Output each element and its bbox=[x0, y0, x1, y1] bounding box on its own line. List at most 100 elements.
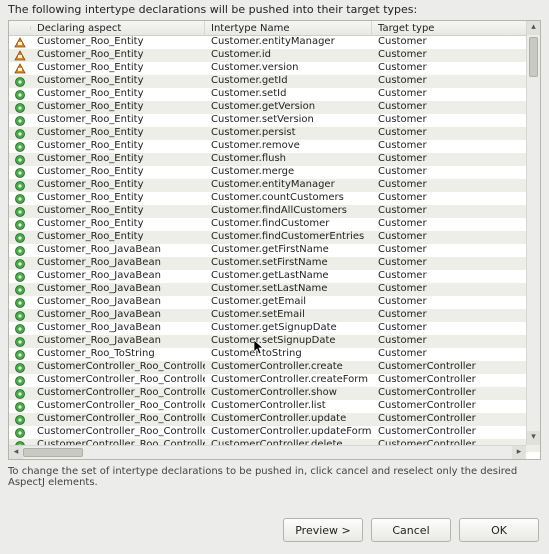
cell-declaring-aspect: Customer_Roo_Entity bbox=[31, 62, 205, 75]
method-icon bbox=[9, 193, 31, 205]
instruction-label: The following intertype declarations wil… bbox=[0, 0, 549, 20]
table-row[interactable]: Customer_Roo_EntityCustomer.getVersionCu… bbox=[9, 101, 540, 114]
cell-declaring-aspect: Customer_Roo_Entity bbox=[31, 153, 205, 166]
ok-button[interactable]: OK bbox=[459, 518, 539, 542]
cancel-button[interactable]: Cancel bbox=[371, 518, 451, 542]
method-icon bbox=[9, 271, 31, 283]
table-row[interactable]: Customer_Roo_EntityCustomer.entityManage… bbox=[9, 36, 540, 49]
cell-target-type: CustomerController bbox=[372, 361, 540, 374]
method-icon bbox=[9, 76, 31, 88]
table-body[interactable]: Customer_Roo_EntityCustomer.entityManage… bbox=[9, 36, 540, 459]
table-row[interactable]: Customer_Roo_ToStringCustomer.toStringCu… bbox=[9, 348, 540, 361]
table-row[interactable]: Customer_Roo_EntityCustomer.getIdCustome… bbox=[9, 75, 540, 88]
table-row[interactable]: Customer_Roo_EntityCustomer.idCustomer bbox=[9, 49, 540, 62]
table-row[interactable]: CustomerController_Roo_ControllerCustome… bbox=[9, 387, 540, 400]
method-icon bbox=[9, 336, 31, 348]
cell-target-type: Customer bbox=[372, 270, 540, 283]
cell-declaring-aspect: Customer_Roo_Entity bbox=[31, 49, 205, 62]
table-row[interactable]: Customer_Roo_EntityCustomer.flushCustome… bbox=[9, 153, 540, 166]
cell-intertype-name: CustomerController.show bbox=[205, 387, 372, 400]
column-header-intertype-name[interactable]: Intertype Name bbox=[205, 21, 372, 36]
cell-target-type: Customer bbox=[372, 153, 540, 166]
cell-target-type: Customer bbox=[372, 62, 540, 75]
cell-intertype-name: Customer.setSignupDate bbox=[205, 335, 372, 348]
scroll-right-button[interactable]: ▸ bbox=[512, 446, 526, 459]
cell-declaring-aspect: CustomerController_Roo_Controller bbox=[31, 374, 205, 387]
method-icon bbox=[9, 206, 31, 218]
cell-intertype-name: CustomerController.createForm bbox=[205, 374, 372, 387]
scroll-down-button[interactable]: ▾ bbox=[527, 431, 540, 445]
horizontal-scroll-thumb[interactable] bbox=[23, 448, 83, 457]
table-row[interactable]: CustomerController_Roo_ControllerCustome… bbox=[9, 361, 540, 374]
cell-target-type: Customer bbox=[372, 322, 540, 335]
cell-intertype-name: Customer.toString bbox=[205, 348, 372, 361]
cell-target-type: CustomerController bbox=[372, 374, 540, 387]
table-row[interactable]: CustomerController_Roo_ControllerCustome… bbox=[9, 400, 540, 413]
table-row[interactable]: Customer_Roo_JavaBeanCustomer.setFirstNa… bbox=[9, 257, 540, 270]
vertical-scroll-thumb[interactable] bbox=[529, 37, 538, 77]
cell-declaring-aspect: Customer_Roo_JavaBean bbox=[31, 257, 205, 270]
method-icon bbox=[9, 401, 31, 413]
table-row[interactable]: CustomerController_Roo_ControllerCustome… bbox=[9, 374, 540, 387]
cell-target-type: CustomerController bbox=[372, 426, 540, 439]
cell-declaring-aspect: Customer_Roo_JavaBean bbox=[31, 296, 205, 309]
table-row[interactable]: Customer_Roo_EntityCustomer.setVersionCu… bbox=[9, 114, 540, 127]
cell-target-type: Customer bbox=[372, 101, 540, 114]
method-icon bbox=[9, 102, 31, 114]
table-row[interactable]: Customer_Roo_EntityCustomer.findCustomer… bbox=[9, 218, 540, 231]
cell-declaring-aspect: CustomerController_Roo_Controller bbox=[31, 400, 205, 413]
column-header-target-type[interactable]: Target type bbox=[372, 21, 540, 36]
table-row[interactable]: Customer_Roo_JavaBeanCustomer.getEmailCu… bbox=[9, 296, 540, 309]
column-header-icon[interactable] bbox=[9, 26, 31, 30]
table-row[interactable]: Customer_Roo_EntityCustomer.entityManage… bbox=[9, 179, 540, 192]
cell-declaring-aspect: CustomerController_Roo_Controller bbox=[31, 426, 205, 439]
field-icon bbox=[9, 50, 31, 62]
table-row[interactable]: Customer_Roo_EntityCustomer.setIdCustome… bbox=[9, 88, 540, 101]
cell-intertype-name: Customer.findCustomerEntries bbox=[205, 231, 372, 244]
table-row[interactable]: CustomerController_Roo_ControllerCustome… bbox=[9, 413, 540, 426]
method-icon bbox=[9, 232, 31, 244]
cell-intertype-name: CustomerController.list bbox=[205, 400, 372, 413]
method-icon bbox=[9, 297, 31, 309]
table-row[interactable]: Customer_Roo_EntityCustomer.persistCusto… bbox=[9, 127, 540, 140]
cell-declaring-aspect: Customer_Roo_Entity bbox=[31, 205, 205, 218]
cell-declaring-aspect: Customer_Roo_JavaBean bbox=[31, 335, 205, 348]
cell-target-type: Customer bbox=[372, 231, 540, 244]
cell-declaring-aspect: Customer_Roo_Entity bbox=[31, 75, 205, 88]
cell-target-type: Customer bbox=[372, 166, 540, 179]
table-row[interactable]: Customer_Roo_JavaBeanCustomer.setLastNam… bbox=[9, 283, 540, 296]
method-icon bbox=[9, 362, 31, 374]
table-row[interactable]: Customer_Roo_EntityCustomer.removeCustom… bbox=[9, 140, 540, 153]
cell-target-type: CustomerController bbox=[372, 400, 540, 413]
method-icon bbox=[9, 284, 31, 296]
cell-intertype-name: Customer.version bbox=[205, 62, 372, 75]
vertical-scrollbar[interactable]: ▴ ▾ bbox=[526, 21, 540, 445]
table-row[interactable]: CustomerController_Roo_Controller Custome… bbox=[9, 426, 540, 439]
table-row[interactable]: Customer_Roo_EntityCustomer.findCustomer… bbox=[9, 231, 540, 244]
table-row[interactable]: Customer_Roo_JavaBeanCustomer.setEmailCu… bbox=[9, 309, 540, 322]
cell-intertype-name: Customer.setLastName bbox=[205, 283, 372, 296]
table-row[interactable]: Customer_Roo_EntityCustomer.versionCusto… bbox=[9, 62, 540, 75]
table-row[interactable]: Customer_Roo_JavaBeanCustomer.setSignupD… bbox=[9, 335, 540, 348]
scroll-left-button[interactable]: ◂ bbox=[9, 446, 23, 459]
cell-intertype-name: Customer.getVersion bbox=[205, 101, 372, 114]
table-row[interactable]: Customer_Roo_JavaBeanCustomer.getLastNam… bbox=[9, 270, 540, 283]
cell-target-type: Customer bbox=[372, 36, 540, 49]
table-row[interactable]: Customer_Roo_EntityCustomer.countCustome… bbox=[9, 192, 540, 205]
cell-target-type: Customer bbox=[372, 49, 540, 62]
table-row[interactable]: Customer_Roo_EntityCustomer.findAllCusto… bbox=[9, 205, 540, 218]
column-header-declaring-aspect[interactable]: Declaring aspect bbox=[31, 21, 205, 36]
scroll-up-button[interactable]: ▴ bbox=[527, 21, 540, 35]
table-row[interactable]: Customer_Roo_EntityCustomer.mergeCustome… bbox=[9, 166, 540, 179]
cell-declaring-aspect: Customer_Roo_JavaBean bbox=[31, 322, 205, 335]
cell-intertype-name: Customer.entityManager bbox=[205, 179, 372, 192]
preview-button[interactable]: Preview > bbox=[283, 518, 363, 542]
table-row[interactable]: Customer_Roo_JavaBeanCustomer.getSignupD… bbox=[9, 322, 540, 335]
cell-intertype-name: Customer.getFirstName bbox=[205, 244, 372, 257]
table-row[interactable]: Customer_Roo_JavaBeanCustomer.getFirstNa… bbox=[9, 244, 540, 257]
method-icon bbox=[9, 180, 31, 192]
horizontal-scrollbar[interactable]: ◂ ▸ bbox=[9, 445, 526, 459]
cell-intertype-name: Customer.setId bbox=[205, 88, 372, 101]
method-icon bbox=[9, 219, 31, 231]
cell-intertype-name: CustomerController.update bbox=[205, 413, 372, 426]
